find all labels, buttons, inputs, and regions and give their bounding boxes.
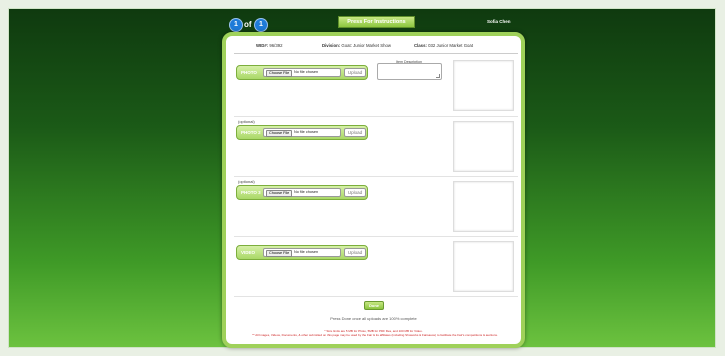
item-description-textarea[interactable] bbox=[377, 63, 442, 80]
page-background: 1 of 1 Press For Instructions Sofia Chen… bbox=[8, 8, 716, 348]
photo2-upload-row: PHOTO 2 Choose File No file chosen Uploa… bbox=[236, 125, 368, 140]
photo-preview bbox=[453, 60, 514, 111]
photo3-upload-button[interactable]: Upload bbox=[344, 188, 366, 197]
photo3-choose-file-button[interactable]: Choose File bbox=[266, 190, 293, 197]
photo-file-status: No file chosen bbox=[294, 70, 319, 74]
info-divider bbox=[234, 53, 518, 54]
usage-rights-note: ** All Images, Videos, Documents, & othe… bbox=[252, 333, 498, 337]
section-divider bbox=[234, 116, 518, 117]
instructions-button[interactable]: Press For Instructions bbox=[338, 16, 415, 28]
page-of-label: of bbox=[244, 20, 252, 29]
photo3-file-status: No file chosen bbox=[294, 190, 319, 194]
photo2-optional-label: (optional) bbox=[238, 119, 255, 124]
photo2-preview bbox=[453, 121, 514, 172]
video-upload-row: VIDEO Choose File No file chosen Upload bbox=[236, 245, 368, 260]
upload-card: WID#: 96/392 Division: Goat: Junior Mark… bbox=[222, 32, 525, 348]
video-label: VIDEO bbox=[241, 250, 256, 255]
section-divider bbox=[234, 236, 518, 237]
section-divider bbox=[234, 296, 518, 297]
video-preview bbox=[453, 241, 514, 292]
user-name: Sofia Chen bbox=[487, 19, 511, 24]
photo2-upload-button[interactable]: Upload bbox=[344, 128, 366, 137]
division-label: Division: bbox=[322, 43, 341, 48]
done-instruction: Press Done once all uploads are 100% com… bbox=[330, 316, 417, 321]
entry-info: WID#: 96/392 Division: Goat: Junior Mark… bbox=[226, 43, 521, 51]
photo2-file-input[interactable]: Choose File No file chosen bbox=[263, 128, 341, 137]
division-value: Goat: Junior Market Show bbox=[341, 43, 392, 48]
class-label: Class: bbox=[414, 43, 427, 48]
photo2-file-status: No file chosen bbox=[294, 130, 319, 134]
photo-label: PHOTO bbox=[241, 70, 257, 75]
done-button[interactable]: Done bbox=[364, 301, 384, 310]
photo-file-input[interactable]: Choose File No file chosen bbox=[263, 68, 341, 77]
class-info: Class: 032 Junior Market Goat bbox=[414, 43, 473, 48]
photo3-file-input[interactable]: Choose File No file chosen bbox=[263, 188, 341, 197]
wid-label: WID#: bbox=[256, 43, 269, 48]
photo2-choose-file-button[interactable]: Choose File bbox=[266, 130, 293, 137]
photo3-label: PHOTO 3 bbox=[241, 190, 261, 195]
photo3-optional-label: (optional) bbox=[238, 179, 255, 184]
video-upload-button[interactable]: Upload bbox=[344, 248, 366, 257]
photo3-preview bbox=[453, 181, 514, 232]
total-pages-badge[interactable]: 1 bbox=[255, 19, 267, 31]
top-navigation: 1 of 1 Press For Instructions Sofia Chen bbox=[9, 9, 715, 33]
division-info: Division: Goat: Junior Market Show bbox=[322, 43, 391, 48]
video-choose-file-button[interactable]: Choose File bbox=[266, 250, 293, 257]
section-divider bbox=[234, 176, 518, 177]
video-file-status: No file chosen bbox=[294, 250, 319, 254]
wid-value: 96/392 bbox=[269, 43, 283, 48]
wid-info: WID#: 96/392 bbox=[256, 43, 283, 48]
photo-upload-button[interactable]: Upload bbox=[344, 68, 366, 77]
class-value: 032 Junior Market Goat bbox=[428, 43, 474, 48]
photo-choose-file-button[interactable]: Choose File bbox=[266, 70, 293, 77]
current-page-badge[interactable]: 1 bbox=[230, 19, 242, 31]
photo2-label: PHOTO 2 bbox=[241, 130, 261, 135]
photo3-upload-row: PHOTO 3 Choose File No file chosen Uploa… bbox=[236, 185, 368, 200]
video-file-input[interactable]: Choose File No file chosen bbox=[263, 248, 341, 257]
photo-upload-row: PHOTO Choose File No file chosen Upload bbox=[236, 65, 368, 80]
